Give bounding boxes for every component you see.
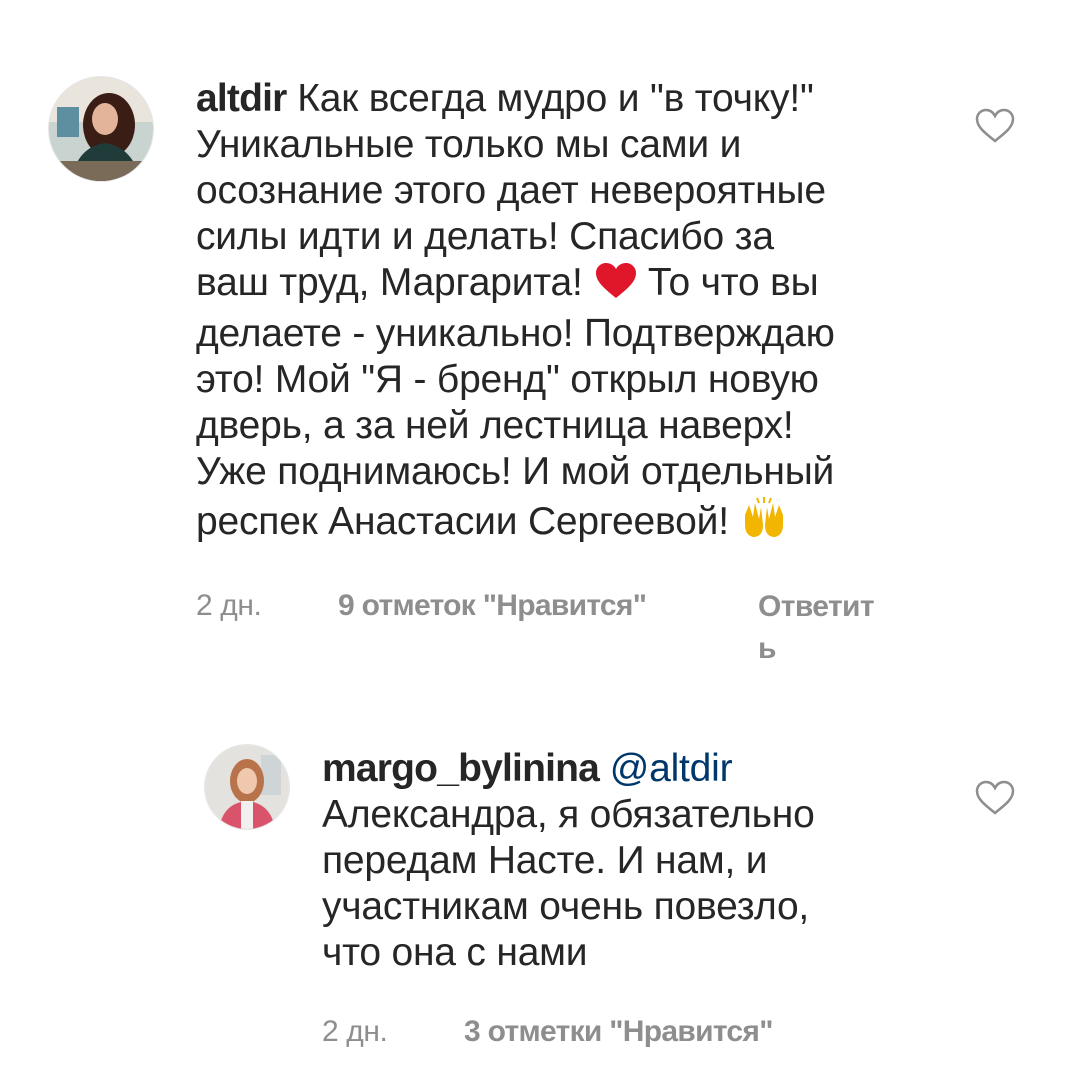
- avatar-photo: [49, 77, 153, 181]
- comment-fragment: респек Анастасии Сергеевой!: [196, 500, 729, 543]
- comment-line: Александра, я обязательно: [322, 793, 815, 836]
- comment-line: Уже поднимаюсь! И мой отдельный: [196, 450, 835, 493]
- comment-meta: 2 дн. 3 отметки "Нравится": [322, 1012, 773, 1052]
- comment-fragment: ваш труд, Маргарита!: [196, 261, 583, 304]
- comment-line: это! Мой "Я - бренд" открыл новую: [196, 358, 819, 401]
- raising-hands-emoji: [741, 495, 787, 550]
- comment-line: осознание этого дает невероятные: [196, 169, 826, 212]
- comment-margo-bylinina: margo_bylinina @altdir Александра, я обя…: [0, 700, 1079, 1086]
- likes-count-button[interactable]: 3 отметки "Нравится": [464, 1012, 773, 1052]
- comment-line: что она с нами: [322, 931, 588, 974]
- avatar[interactable]: [204, 744, 290, 830]
- comment-line: респек Анастасии Сергеевой!: [196, 495, 956, 550]
- comment-line: margo_bylinina @altdir: [322, 746, 942, 792]
- avatar-photo: [205, 745, 289, 829]
- likes-count-button[interactable]: 9 отметок "Нравится": [338, 586, 758, 626]
- comment-line: силы идти и делать! Спасибо за: [196, 215, 774, 258]
- red-heart-emoji: [595, 262, 637, 311]
- timestamp: 2 дн.: [196, 589, 262, 622]
- comment-line: передам Насте. И нам, и: [322, 839, 768, 882]
- reply-button[interactable]: Ответить: [758, 586, 888, 670]
- comment-line: ваш труд, Маргарита! То что вы: [196, 260, 956, 311]
- comment-altdir: altdir Как всегда мудро и "в точку!" Уни…: [0, 0, 1079, 680]
- mention-link[interactable]: @altdir: [610, 747, 733, 790]
- comment-text: altdir Как всегда мудро и "в точку!" Уни…: [196, 76, 956, 550]
- comment-fragment: То что вы: [647, 261, 819, 304]
- comment-line: участникам очень повезло,: [322, 885, 810, 928]
- timestamp: 2 дн.: [322, 1015, 388, 1048]
- username[interactable]: altdir: [196, 77, 287, 120]
- comment-line: Уникальные только мы сами и: [196, 123, 742, 166]
- avatar[interactable]: [48, 76, 154, 182]
- comment-meta: 2 дн. 9 отметок "Нравится" Ответить: [196, 586, 888, 670]
- comment-text: margo_bylinina @altdir Александра, я обя…: [322, 746, 942, 976]
- like-heart-icon[interactable]: [975, 108, 1015, 149]
- comment-line: altdir Как всегда мудро и "в точку!": [196, 76, 956, 122]
- like-heart-icon[interactable]: [975, 780, 1015, 821]
- comment-line: дверь, а за ней лестница наверх!: [196, 404, 794, 447]
- comment-fragment: Как всегда мудро и "в точку!": [297, 77, 814, 120]
- username[interactable]: margo_bylinina: [322, 747, 600, 790]
- comment-line: делаете - уникально! Подтверждаю: [196, 312, 835, 355]
